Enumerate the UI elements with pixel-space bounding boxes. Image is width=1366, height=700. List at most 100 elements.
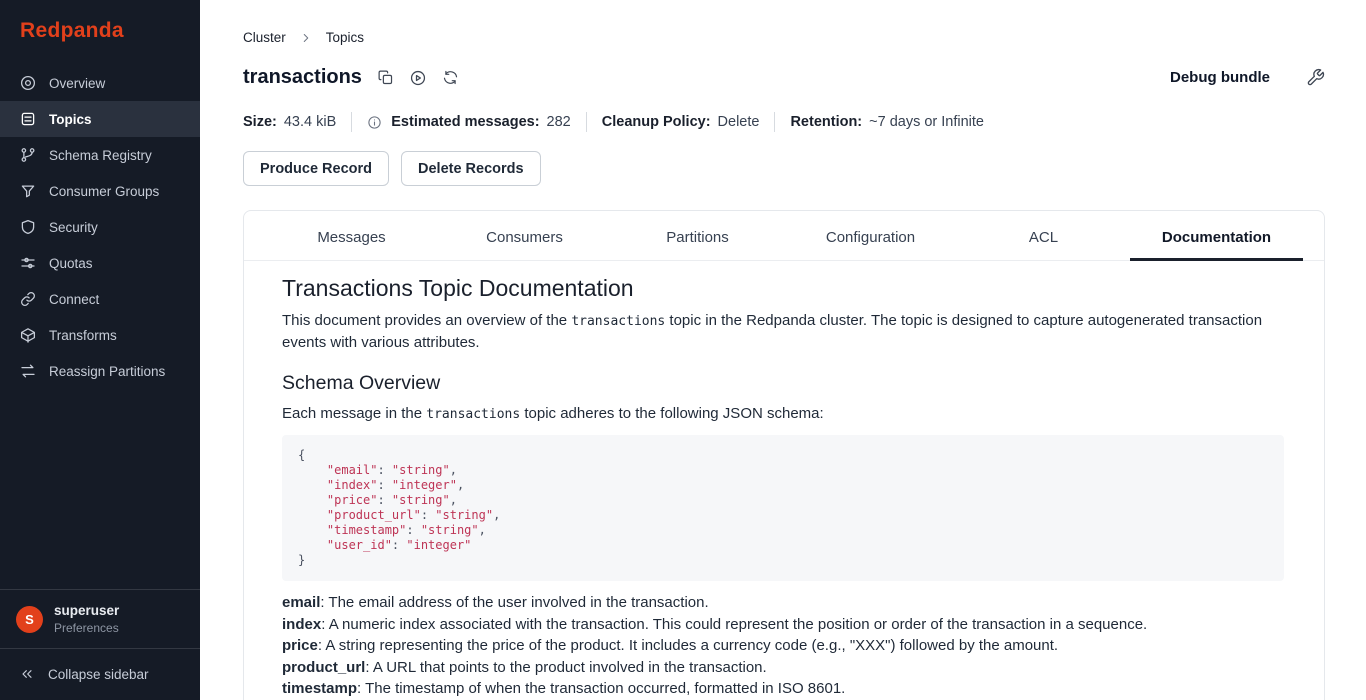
code-line: "email": "string", (298, 463, 1268, 478)
sidebar: Redpanda Overview Topics Schema Registry (0, 0, 200, 700)
topic-actions: Produce Record Delete Records (243, 151, 1325, 186)
tab-acl[interactable]: ACL (957, 216, 1130, 260)
sidebar-item-quotas[interactable]: Quotas (0, 245, 200, 281)
code-line: "user_id": "integer" (298, 538, 1268, 553)
user-name: superuser (54, 603, 119, 618)
schema-intro: Each message in the transactions topic a… (282, 403, 1284, 425)
field-email: email: The email address of the user inv… (282, 592, 1284, 614)
code-sep: : (377, 463, 391, 477)
inline-code: transactions (571, 314, 665, 329)
sidebar-item-schema-registry[interactable]: Schema Registry (0, 137, 200, 173)
code-value: "integer" (392, 478, 457, 492)
stat-label: Estimated messages: (391, 114, 539, 130)
security-icon (19, 218, 37, 236)
redpanda-logo: Redpanda (0, 0, 200, 57)
code-line: "product_url": "string", (298, 508, 1268, 523)
code-value: "string" (435, 508, 493, 522)
code-tail: , (457, 478, 464, 492)
code-line: "index": "integer", (298, 478, 1268, 493)
sidebar-item-label: Connect (49, 292, 99, 307)
code-tail: , (450, 463, 457, 477)
sidebar-item-transforms[interactable]: Transforms (0, 317, 200, 353)
wrench-icon[interactable] (1306, 68, 1325, 87)
sidebar-item-label: Reassign Partitions (49, 364, 165, 379)
stat-label: Cleanup Policy: (602, 114, 711, 130)
json-schema-code-block: { "email": "string", "index": "integer",… (282, 435, 1284, 581)
refresh-icon[interactable] (442, 69, 459, 86)
topics-icon (19, 110, 37, 128)
overview-icon (19, 74, 37, 92)
collapse-sidebar-button[interactable]: Collapse sidebar (0, 648, 200, 700)
code-value: "string" (421, 523, 479, 537)
code-sep: : (377, 493, 391, 507)
tab-configuration[interactable]: Configuration (784, 216, 957, 260)
code-line: "timestamp": "string", (298, 523, 1268, 538)
field-desc: : A numeric index associated with the tr… (321, 616, 1147, 633)
copy-icon[interactable] (377, 69, 394, 86)
documentation-panel: Transactions Topic Documentation This do… (244, 261, 1324, 700)
topic-stats: Size: 43.4 kiB Estimated messages: 282 C… (243, 112, 1325, 132)
sidebar-item-security[interactable]: Security (0, 209, 200, 245)
debug-bundle-link[interactable]: Debug bundle (1170, 69, 1270, 86)
field-desc: : A URL that points to the product invol… (365, 659, 766, 676)
connect-icon (19, 290, 37, 308)
breadcrumb-topics[interactable]: Topics (326, 30, 364, 45)
divider (774, 112, 775, 132)
code-line: "price": "string", (298, 493, 1268, 508)
code-key: "email" (327, 463, 378, 477)
field-name: price (282, 637, 318, 654)
field-desc: : The email address of the user involved… (320, 594, 708, 611)
code-value: "integer" (406, 538, 471, 552)
code-sep: : (406, 523, 420, 537)
info-icon[interactable] (367, 115, 382, 130)
code-tail: , (450, 493, 457, 507)
breadcrumb-cluster[interactable]: Cluster (243, 30, 286, 45)
field-name: product_url (282, 659, 365, 676)
sidebar-item-connect[interactable]: Connect (0, 281, 200, 317)
sidebar-item-consumer-groups[interactable]: Consumer Groups (0, 173, 200, 209)
preferences-link[interactable]: Preferences (54, 621, 119, 635)
field-name: timestamp (282, 680, 357, 697)
chevron-right-icon (299, 31, 313, 45)
stat-label: Retention: (790, 114, 862, 130)
schema-intro-text: Each message in the (282, 405, 426, 422)
field-name: index (282, 616, 321, 633)
avatar: S (16, 606, 43, 633)
sidebar-item-topics[interactable]: Topics (0, 101, 200, 137)
code-key: "price" (327, 493, 378, 507)
stat-size: Size: 43.4 kiB (243, 114, 336, 130)
doc-intro-text: This document provides an overview of th… (282, 312, 571, 329)
code-line: } (298, 553, 1268, 568)
code-key: "index" (327, 478, 378, 492)
code-value: "string" (392, 493, 450, 507)
field-timestamp: timestamp: The timestamp of when the tra… (282, 678, 1284, 700)
page-title: transactions (243, 66, 362, 89)
delete-records-button[interactable]: Delete Records (401, 151, 541, 186)
sidebar-item-label: Topics (49, 112, 92, 127)
consumer-groups-icon (19, 182, 37, 200)
app-root: Redpanda Overview Topics Schema Registry (0, 0, 1366, 700)
schema-overview-heading: Schema Overview (282, 372, 1284, 395)
sidebar-item-label: Security (49, 220, 98, 235)
stat-cleanup-policy: Cleanup Policy: Delete (602, 114, 760, 130)
code-key: "timestamp" (327, 523, 406, 537)
code-sep: : (421, 508, 435, 522)
tab-partitions[interactable]: Partitions (611, 216, 784, 260)
main-content: Cluster Topics transactions Debug bund (200, 0, 1366, 700)
tab-consumers[interactable]: Consumers (438, 216, 611, 260)
sidebar-item-reassign-partitions[interactable]: Reassign Partitions (0, 353, 200, 389)
stat-retention: Retention: ~7 days or Infinite (790, 114, 984, 130)
code-line: { (298, 448, 1268, 463)
play-icon[interactable] (409, 69, 427, 87)
field-price: price: A string representing the price o… (282, 635, 1284, 657)
sidebar-item-overview[interactable]: Overview (0, 65, 200, 101)
tab-documentation[interactable]: Documentation (1130, 216, 1303, 261)
stat-label: Size: (243, 114, 277, 130)
code-tail: , (479, 523, 486, 537)
stat-value: ~7 days or Infinite (869, 114, 984, 130)
tab-messages[interactable]: Messages (265, 216, 438, 260)
produce-record-button[interactable]: Produce Record (243, 151, 389, 186)
stat-value: 43.4 kiB (284, 114, 336, 130)
divider (586, 112, 587, 132)
sidebar-item-label: Quotas (49, 256, 93, 271)
